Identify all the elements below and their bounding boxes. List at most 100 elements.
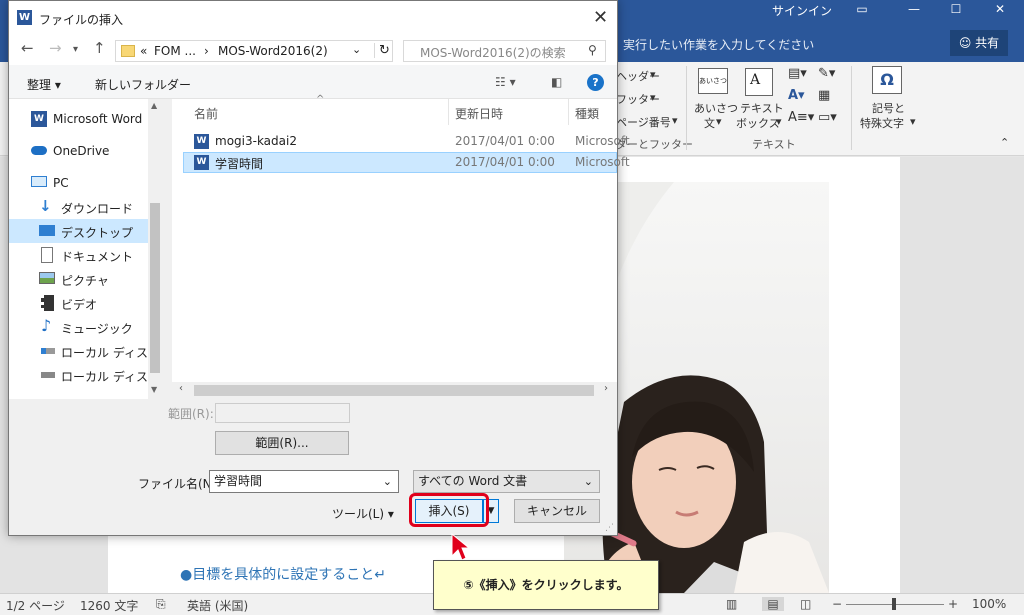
nav-item-music[interactable]: ♪ ミュージック: [9, 315, 149, 339]
column-divider[interactable]: [568, 99, 569, 125]
nav-label: ビデオ: [61, 298, 98, 312]
file-name: mogi3-kadai2: [215, 134, 297, 148]
wordart-icon[interactable]: A▾: [788, 88, 805, 103]
maximize-icon[interactable]: ☐: [946, 2, 966, 16]
language-status[interactable]: 英語 (米国): [187, 597, 248, 614]
ribbon-display-icon[interactable]: ▭: [852, 2, 872, 16]
nav-item-desktop[interactable]: デスクトップ: [9, 219, 149, 243]
column-header-type[interactable]: 種類: [575, 105, 599, 122]
search-input[interactable]: MOS-Word2016(2)の検索 ⚲: [403, 40, 606, 62]
nav-item-documents[interactable]: ドキュメント: [9, 243, 149, 267]
share-button[interactable]: ☺ 共有: [950, 30, 1008, 56]
object-icon[interactable]: ▭▾: [818, 110, 837, 125]
nav-item-onedrive[interactable]: OneDrive: [9, 139, 149, 163]
close-icon[interactable]: ✕: [593, 7, 608, 28]
forward-arrow-icon[interactable]: →: [49, 39, 62, 57]
range-button[interactable]: 範囲(R)...: [215, 431, 349, 455]
breadcrumb-fom[interactable]: FOM ...: [154, 44, 196, 58]
range-label: 範囲(R):: [168, 407, 214, 421]
scroll-down-icon[interactable]: ▼: [151, 385, 157, 394]
horizontal-scrollbar[interactable]: ‹ ›: [172, 382, 617, 399]
back-arrow-icon[interactable]: ←: [21, 39, 34, 57]
nav-item-local-disk-c[interactable]: ローカル ディスク (C: [9, 339, 149, 363]
signin-link[interactable]: サインイン: [772, 2, 832, 19]
web-layout-icon[interactable]: ◫: [800, 597, 811, 611]
refresh-icon[interactable]: ↻: [374, 43, 390, 58]
signature-icon[interactable]: ✎▾: [818, 66, 835, 81]
resize-grip-icon[interactable]: ⋰: [605, 523, 614, 533]
ribbon-separator: [686, 66, 687, 150]
zoom-slider-thumb[interactable]: [892, 598, 896, 610]
up-arrow-icon[interactable]: ↑: [93, 39, 106, 57]
nav-item-microsoft-word[interactable]: W Microsoft Word: [9, 107, 149, 131]
scroll-right-icon[interactable]: ›: [604, 383, 608, 394]
nav-item-videos[interactable]: ビデオ: [9, 291, 149, 315]
view-options-icon[interactable]: ☷ ▾: [495, 75, 516, 89]
file-row[interactable]: W mogi3-kadai2 2017/04/01 0:00 Microsoft: [183, 131, 630, 152]
horizontal-scrollbar-thumb[interactable]: [194, 385, 594, 396]
nav-item-downloads[interactable]: ↓ ダウンロード: [9, 195, 149, 219]
minimize-icon[interactable]: —: [904, 2, 924, 16]
filename-field[interactable]: 学習時間 ⌄: [209, 470, 399, 493]
page-count[interactable]: 1/2 ページ: [6, 597, 65, 614]
new-folder-button[interactable]: 新しいフォルダー: [95, 76, 191, 93]
address-bar[interactable]: « FOM ... › MOS-Word2016(2) ⌄ ↻: [115, 40, 393, 62]
breadcrumb-mos[interactable]: MOS-Word2016(2): [218, 44, 328, 58]
chevron-down-icon: ▾: [910, 115, 916, 128]
chevron-down-icon[interactable]: ⌄: [383, 471, 392, 492]
chevron-down-icon[interactable]: ⌄: [352, 43, 361, 56]
textbox-label-2[interactable]: ボックス: [736, 115, 780, 131]
cancel-button[interactable]: キャンセル: [514, 499, 600, 523]
column-header-date[interactable]: 更新日時: [455, 105, 503, 122]
proofing-icon[interactable]: ⎘: [156, 597, 166, 612]
nav-label: デスクトップ: [61, 226, 134, 240]
textbox-label-1[interactable]: テキスト: [740, 100, 784, 116]
file-row-selected[interactable]: W 学習時間 2017/04/01 0:00 Microsoft: [183, 152, 630, 173]
nav-scrollbar[interactable]: ▲ ▼: [148, 99, 162, 399]
chevron-down-icon: ⌄: [583, 475, 593, 488]
datetime-icon[interactable]: ▦: [818, 88, 830, 103]
breadcrumb-separator[interactable]: ›: [204, 44, 209, 58]
organize-button[interactable]: 整理 ▾: [27, 76, 61, 93]
zoom-level[interactable]: 100%: [972, 597, 1006, 611]
zoom-out-icon[interactable]: −: [832, 597, 842, 611]
print-layout-icon[interactable]: ▤: [762, 597, 784, 611]
tell-me-box[interactable]: 実行したい作業を入力してください: [623, 36, 814, 53]
chevron-down-icon: ▾: [650, 91, 656, 104]
zoom-in-icon[interactable]: +: [948, 597, 958, 611]
nav-item-local-disk-d[interactable]: ローカル ディスク (D: [9, 363, 149, 387]
symbol-label-1[interactable]: 記号と: [872, 100, 905, 116]
tools-button[interactable]: ツール(L) ▾: [332, 505, 394, 522]
nav-label: OneDrive: [53, 144, 110, 158]
range-input[interactable]: [215, 403, 350, 423]
nav-item-pc[interactable]: PC: [9, 171, 149, 195]
folder-icon: [121, 45, 135, 57]
read-mode-icon[interactable]: ▥: [726, 597, 737, 611]
page-number-button[interactable]: ページ番号: [616, 114, 671, 130]
file-type: Microsoft: [575, 155, 630, 169]
word-icon: W: [31, 111, 47, 127]
word-app-icon: W: [17, 10, 32, 25]
filetype-select[interactable]: すべての Word 文書 ⌄: [413, 470, 600, 493]
close-icon[interactable]: ✕: [990, 2, 1010, 16]
greeting-label-1[interactable]: あいさつ: [694, 100, 738, 116]
dialog-title: ファイルの挿入: [39, 13, 124, 27]
word-count[interactable]: 1260 文字: [80, 597, 138, 614]
column-divider[interactable]: [448, 99, 449, 125]
preview-pane-icon[interactable]: ◧: [551, 75, 562, 89]
collapse-ribbon-icon[interactable]: ⌃: [1000, 136, 1009, 149]
dropcap-icon[interactable]: A≡▾: [788, 110, 814, 125]
recent-dropdown-icon[interactable]: ▾: [73, 44, 78, 55]
nav-scrollbar-thumb[interactable]: [150, 203, 160, 373]
column-header-name[interactable]: 名前: [194, 105, 218, 122]
quick-parts-icon[interactable]: ▤▾: [788, 66, 807, 81]
drive-icon: [41, 348, 55, 354]
breadcrumb-prefix[interactable]: «: [140, 44, 147, 58]
nav-item-pictures[interactable]: ピクチャ: [9, 267, 149, 291]
help-icon[interactable]: ?: [587, 74, 604, 91]
search-icon[interactable]: ⚲: [588, 43, 597, 57]
scroll-up-icon[interactable]: ▲: [151, 101, 157, 110]
scroll-left-icon[interactable]: ‹: [179, 383, 183, 394]
symbol-label-2[interactable]: 特殊文字: [860, 115, 904, 131]
greeting-label-2[interactable]: 文: [704, 115, 715, 131]
